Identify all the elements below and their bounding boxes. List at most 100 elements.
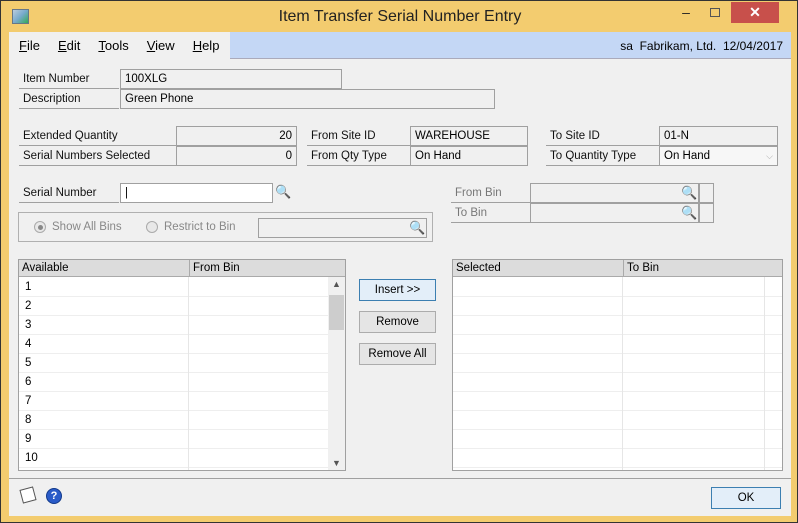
chevron-down-icon: ⌵ <box>766 151 773 161</box>
available-cell: 2 <box>25 300 32 312</box>
available-grid[interactable]: Available From Bin 1 2 3 4 5 6 7 8 9 10 ▲ ▼ <box>18 259 346 471</box>
selected-row[interactable] <box>453 430 782 449</box>
available-row[interactable]: 4 <box>19 335 328 354</box>
to-site-id-label: To Site ID <box>546 126 659 146</box>
item-number-label: Item Number <box>19 69 119 89</box>
serial-numbers-selected-label: Serial Numbers Selected <box>19 146 176 166</box>
selected-row[interactable] <box>453 335 782 354</box>
bin-lookup-icon: 🔍 <box>409 220 426 235</box>
selected-row[interactable] <box>453 354 782 373</box>
scroll-up-icon[interactable]: ▲ <box>328 279 345 289</box>
description-field: Green Phone <box>120 89 495 109</box>
user-info: sa Fabrikam, Ltd. 12/04/2017 <box>620 39 783 53</box>
available-row[interactable]: 6 <box>19 373 328 392</box>
to-quantity-type-select[interactable]: On Hand ⌵ <box>659 146 778 166</box>
column-available[interactable]: Available <box>19 260 68 277</box>
extended-quantity-field: 20 <box>176 126 297 146</box>
company-name: Fabrikam, Ltd. <box>639 39 717 53</box>
maximize-icon <box>710 8 720 17</box>
title-bar: Item Transfer Serial Number Entry – ✕ <box>2 2 798 32</box>
menu-view[interactable]: View <box>139 38 183 53</box>
serial-lookup-icon[interactable]: 🔍 <box>275 183 291 201</box>
selected-row[interactable] <box>453 297 782 316</box>
to-bin-field <box>530 203 699 223</box>
remove-all-button[interactable]: Remove All <box>359 343 436 365</box>
show-all-bins-radio[interactable]: Show All Bins <box>34 221 122 233</box>
item-number-field: 100XLG <box>120 69 342 89</box>
insert-button[interactable]: Insert >> <box>359 279 436 301</box>
restrict-bin-field <box>258 218 427 238</box>
available-cell: 8 <box>25 414 32 426</box>
description-label: Description <box>19 89 119 109</box>
available-row[interactable]: 3 <box>19 316 328 335</box>
available-grid-header: Available From Bin <box>19 260 345 277</box>
selected-row[interactable] <box>453 411 782 430</box>
available-row[interactable]: 7 <box>19 392 328 411</box>
from-qty-type-label: From Qty Type <box>307 146 410 166</box>
available-cell: 3 <box>25 319 32 331</box>
from-qty-type-field: On Hand <box>410 146 528 166</box>
radio-selected-icon <box>34 221 46 233</box>
column-selected[interactable]: Selected <box>453 260 501 277</box>
available-cell: 6 <box>25 376 32 388</box>
help-icon[interactable]: ? <box>46 488 62 504</box>
to-quantity-type-value: On Hand <box>664 150 711 162</box>
selected-row[interactable] <box>453 278 782 297</box>
menu-bar: File Edit Tools View Help sa Fabrikam, L… <box>9 32 791 59</box>
scroll-thumb[interactable] <box>329 295 344 330</box>
available-row[interactable]: 9 <box>19 430 328 449</box>
available-scrollbar[interactable]: ▲ ▼ <box>328 277 345 470</box>
available-cell: 4 <box>25 338 32 350</box>
column-to-bin[interactable]: To Bin <box>623 260 659 277</box>
selected-row[interactable] <box>453 373 782 392</box>
client-area: File Edit Tools View Help sa Fabrikam, L… <box>9 32 791 516</box>
menu-help[interactable]: Help <box>185 38 228 53</box>
to-bin-lookup-icon: 🔍 <box>681 205 698 220</box>
radio-icon <box>146 221 158 233</box>
available-cell: 1 <box>25 281 32 293</box>
from-site-id-label: From Site ID <box>307 126 410 146</box>
to-quantity-type-label: To Quantity Type <box>546 146 659 166</box>
selected-grid-header: Selected To Bin <box>453 260 782 277</box>
note-icon[interactable] <box>19 486 37 504</box>
remove-button[interactable]: Remove <box>359 311 436 333</box>
show-all-bins-label: Show All Bins <box>52 221 122 233</box>
from-bin-field <box>530 183 699 203</box>
serial-numbers-selected-field: 0 <box>176 146 297 166</box>
user-date: 12/04/2017 <box>722 39 783 53</box>
selected-grid[interactable]: Selected To Bin <box>452 259 783 471</box>
from-bin-expand-button <box>699 183 714 203</box>
from-bin-label: From Bin <box>451 183 531 203</box>
to-bin-expand-button <box>699 203 714 223</box>
window: Item Transfer Serial Number Entry – ✕ Fi… <box>0 0 798 523</box>
available-row[interactable]: 2 <box>19 297 328 316</box>
footer-divider <box>9 478 791 479</box>
available-cell: 5 <box>25 357 32 369</box>
selected-row[interactable] <box>453 316 782 335</box>
column-from-bin[interactable]: From Bin <box>189 260 240 277</box>
from-site-id-field: WAREHOUSE <box>410 126 528 146</box>
available-cell: 9 <box>25 433 32 445</box>
available-row[interactable]: 5 <box>19 354 328 373</box>
to-bin-label: To Bin <box>451 203 531 223</box>
available-row[interactable]: 10 <box>19 449 328 468</box>
available-row[interactable]: 1 <box>19 278 328 297</box>
user-id: sa <box>620 39 633 53</box>
serial-number-input[interactable]: | <box>120 183 273 203</box>
available-cell: 10 <box>25 452 38 464</box>
menu-file[interactable]: File <box>11 38 48 53</box>
menu-edit[interactable]: Edit <box>50 38 88 53</box>
scroll-down-icon[interactable]: ▼ <box>328 458 345 468</box>
selected-row[interactable] <box>453 449 782 468</box>
extended-quantity-label: Extended Quantity <box>19 126 176 146</box>
serial-number-label: Serial Number <box>19 183 119 203</box>
ok-button[interactable]: OK <box>711 487 781 509</box>
maximize-button[interactable] <box>702 2 728 23</box>
selected-row[interactable] <box>453 392 782 411</box>
available-row[interactable]: 8 <box>19 411 328 430</box>
available-cell: 7 <box>25 395 32 407</box>
menu-tools[interactable]: Tools <box>90 38 136 53</box>
close-button[interactable]: ✕ <box>731 2 779 23</box>
minimize-button[interactable]: – <box>673 2 699 23</box>
restrict-to-bin-radio[interactable]: Restrict to Bin <box>146 221 236 233</box>
